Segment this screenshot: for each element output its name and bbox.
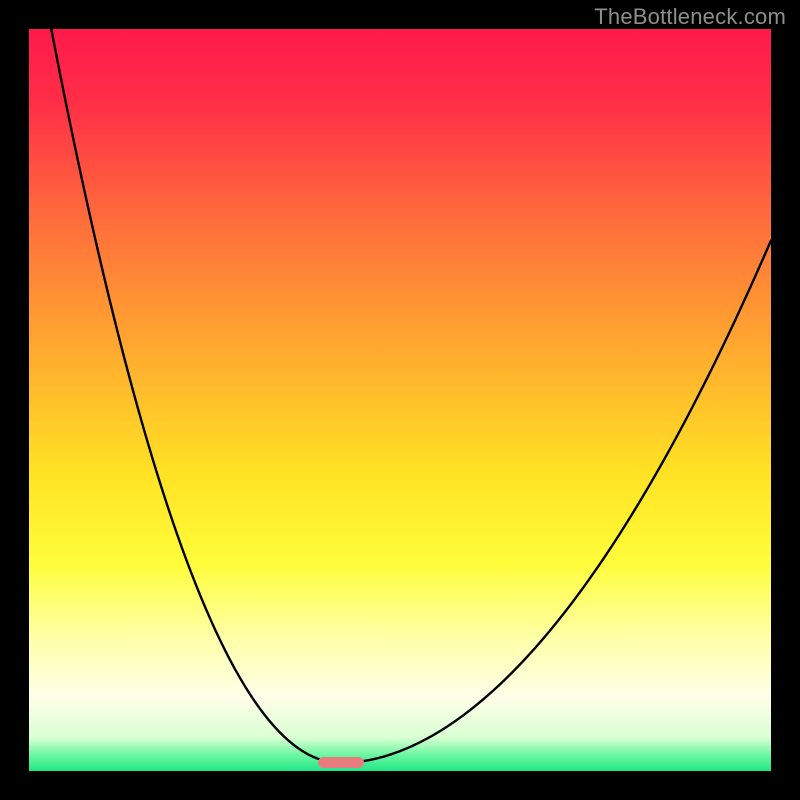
watermark-text: TheBottleneck.com — [594, 4, 786, 30]
plot-area — [29, 29, 771, 771]
bottleneck-curve — [29, 29, 771, 771]
chart-stage: TheBottleneck.com — [0, 0, 800, 800]
optimal-marker — [318, 757, 364, 768]
